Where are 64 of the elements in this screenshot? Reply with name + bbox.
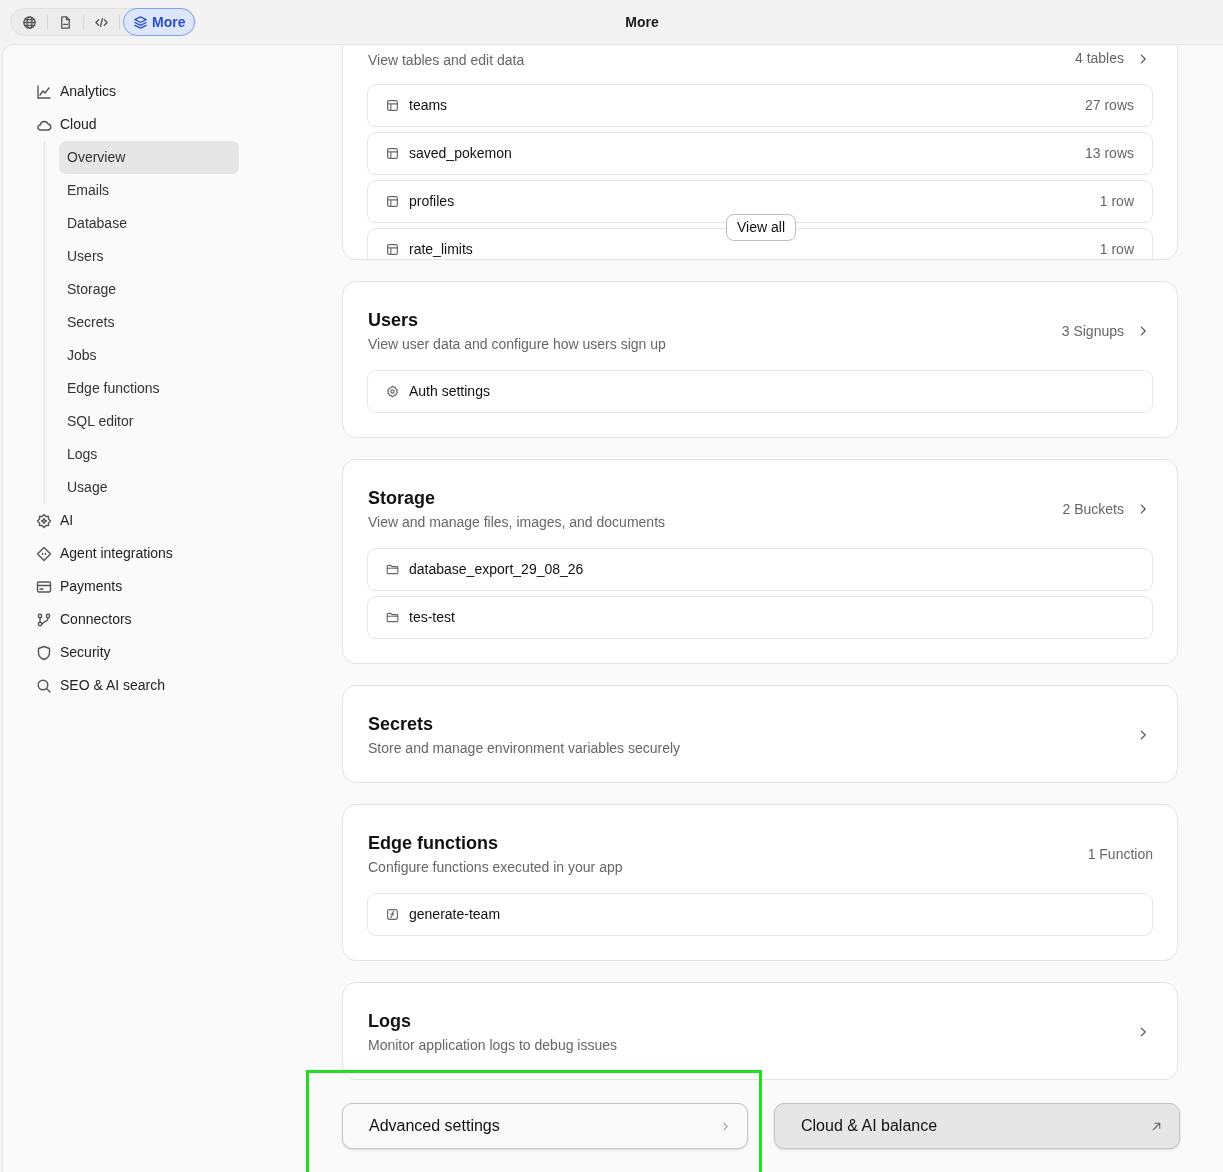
gear-icon (386, 385, 399, 398)
view-all-button[interactable]: View all (726, 214, 796, 241)
table-row[interactable]: teams 27 rows (367, 84, 1153, 127)
more-tab[interactable]: More (123, 8, 196, 36)
section-subtitle: Monitor application logs to debug issues (368, 1036, 618, 1055)
connectors-icon (36, 611, 52, 628)
table-icon (386, 99, 399, 112)
sidebar-subitem[interactable]: Jobs (59, 339, 239, 372)
section-title: Users (368, 309, 420, 332)
sidebar-item[interactable]: Payments (36, 570, 236, 603)
balance-button[interactable]: Cloud & AI balance (774, 1103, 1180, 1149)
sidebar-item[interactable]: Cloud (36, 108, 236, 141)
sidebar-item[interactable]: SEO & AI search (36, 669, 236, 702)
sidebar-subitem[interactable]: Database (59, 207, 239, 240)
folder-icon (386, 563, 399, 576)
sidebar-subitem[interactable]: Secrets (59, 306, 239, 339)
search-icon (36, 677, 52, 694)
layers-icon (133, 14, 148, 30)
section-subtitle: Configure functions executed in your app (368, 858, 623, 877)
sidebar-item[interactable]: Analytics (36, 75, 236, 108)
folder-icon (386, 611, 399, 624)
table-icon (386, 147, 399, 160)
chevron-right-icon (720, 1120, 731, 1132)
table-icon (386, 243, 399, 256)
list-row[interactable]: generate-team (367, 893, 1153, 936)
settings-button[interactable]: Advanced settings (342, 1103, 748, 1149)
sparkle-badge-icon (36, 512, 52, 529)
credit-card-icon (36, 578, 52, 595)
window-title: More (624, 12, 660, 32)
sidebar-item[interactable]: Connectors (36, 603, 236, 636)
document-icon (58, 14, 73, 30)
section-title: Storage (368, 487, 437, 510)
sidebar-subitem[interactable]: Usage (59, 471, 239, 504)
section-subtitle: Store and manage environment variables securely (368, 739, 681, 758)
function-icon (386, 908, 399, 921)
count-label: 4 tables (1074, 49, 1124, 68)
count-label: 2 Buckets (1062, 499, 1124, 519)
sidebar-subitem[interactable]: Emails (59, 174, 239, 207)
shield-icon (36, 644, 52, 661)
list-row[interactable]: database_export_29_08_26 (367, 548, 1153, 591)
list-row[interactable]: tes-test (367, 596, 1153, 639)
sidebar-subitem[interactable]: Logs (59, 438, 239, 471)
count-label: 1 Function (1087, 844, 1153, 864)
section-subtitle: View user data and configure how users sign up (368, 335, 666, 354)
sidebar-subitem[interactable]: SQL editor (59, 405, 239, 438)
section-subtitle: View tables and edit data (368, 51, 525, 70)
section-title: Secrets (368, 713, 435, 736)
globe-icon (22, 14, 37, 30)
diamond-icon (36, 545, 52, 562)
list-row[interactable]: Auth settings (367, 370, 1153, 413)
sidebar-subitem[interactable]: Storage (59, 273, 239, 306)
line-chart-icon (36, 83, 52, 100)
section-title: Edge functions (368, 832, 499, 855)
sidebar-item[interactable]: Security (36, 636, 236, 669)
count-label: 3 Signups (1061, 321, 1124, 341)
table-row[interactable]: saved_pokemon 13 rows (367, 132, 1153, 175)
sidebar-subitem[interactable]: Edge functions (59, 372, 239, 405)
table-icon (386, 195, 399, 208)
sidebar-subitem[interactable]: Overview (59, 141, 239, 174)
sidebar-item[interactable]: AI (36, 504, 236, 537)
sidebar-subitem[interactable]: Users (59, 240, 239, 273)
section-subtitle: View and manage files, images, and documents (368, 513, 666, 532)
sidebar-item[interactable]: Agent integrations (36, 537, 236, 570)
section-title: Logs (368, 1010, 412, 1033)
